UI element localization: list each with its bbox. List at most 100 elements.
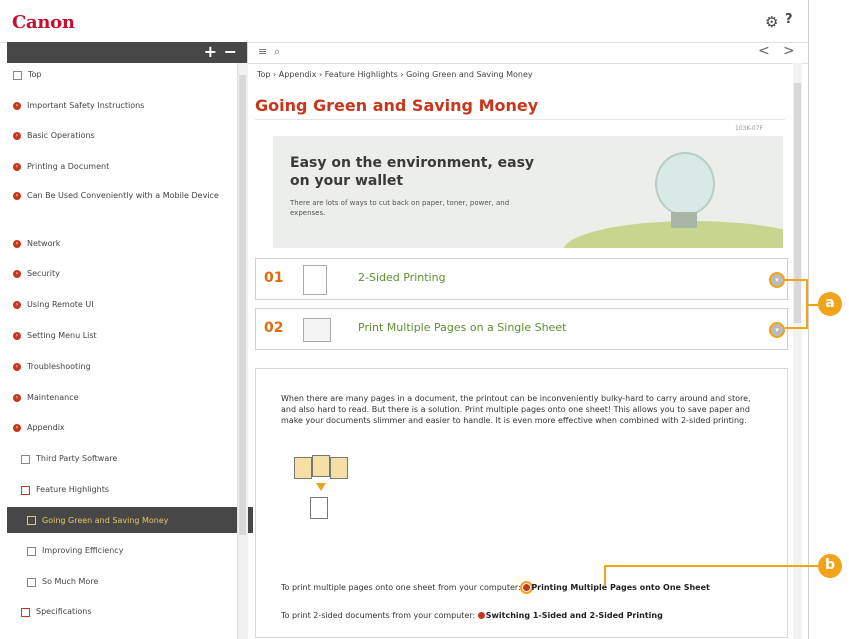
link-arrow-icon[interactable]	[520, 581, 534, 594]
toc-item-label[interactable]: Using Remote UI	[27, 300, 94, 309]
feature-number: 02	[264, 320, 284, 336]
toc-item[interactable]: › Maintenance	[7, 393, 239, 402]
multi-page-illustration	[292, 455, 362, 535]
toc-item[interactable]: › Using Remote UI	[7, 300, 239, 309]
body-paragraph: When there are many pages in a document,…	[281, 394, 751, 425]
toc-item[interactable]: › Important Safety Instructions	[7, 101, 239, 110]
link-arrow-icon[interactable]	[477, 612, 485, 619]
list-icon[interactable]: ≡	[258, 45, 267, 58]
chapter-bullet-icon: ›	[13, 163, 21, 171]
toc-item[interactable]: › Printing a Document	[7, 162, 239, 171]
toc-item-label[interactable]: Network	[27, 239, 60, 248]
expanded-content-panel: When there are many pages in a document,…	[255, 368, 788, 638]
toc-item[interactable]: › Basic Operations	[7, 131, 239, 140]
callout-line	[785, 279, 807, 281]
sidebar-header: + −	[7, 42, 247, 63]
chapter-bullet-icon: ›	[13, 394, 21, 402]
content-scrollbar[interactable]	[793, 63, 802, 639]
banner-image: Easy on the environment, easy on your wa…	[273, 136, 783, 248]
chapter-bullet-icon: ›	[13, 102, 21, 110]
toc-item[interactable]: Improving Efficiency	[7, 546, 253, 556]
page-icon	[27, 516, 36, 525]
page-icon	[21, 486, 30, 495]
multi-page-thumbnail-icon	[303, 318, 331, 342]
link-prefix: To print 2-sided documents from your com…	[281, 611, 478, 620]
toc-item[interactable]: › Security	[7, 269, 239, 278]
page-illustration	[294, 457, 312, 479]
toc-item-label[interactable]: Printing a Document	[27, 162, 109, 171]
page-illustration	[312, 455, 330, 477]
toc-item-label[interactable]: Important Safety Instructions	[27, 101, 144, 110]
content-scroll-thumb[interactable]	[794, 83, 801, 323]
toc-item[interactable]: Third Party Software	[7, 454, 247, 464]
expand-all-button[interactable]: +	[204, 42, 217, 62]
page-icon	[21, 455, 30, 464]
toc-item-label[interactable]: Can Be Used Conveniently with a Mobile D…	[27, 191, 219, 200]
toc-item-label[interactable]: Top	[28, 70, 42, 79]
link-prefix: To print multiple pages onto one sheet f…	[281, 583, 524, 592]
chapter-bullet-icon: ›	[13, 363, 21, 371]
toc-item[interactable]: › Appendix	[7, 423, 239, 432]
search-icon[interactable]: ⌕	[274, 45, 280, 59]
toc-item-label[interactable]: Appendix	[27, 423, 65, 432]
toc-item[interactable]: Top	[7, 70, 239, 80]
lightbulb-base-illustration	[671, 212, 697, 228]
link-multiple-pages[interactable]: Printing Multiple Pages onto One Sheet	[531, 583, 710, 592]
toc-item-label[interactable]: Setting Menu List	[27, 331, 97, 340]
toc-item[interactable]: Specifications	[7, 607, 247, 617]
toc-item-label[interactable]: Basic Operations	[27, 131, 95, 140]
feature-item-2-sided[interactable]: 01 2-Sided Printing ▾	[255, 258, 788, 300]
chevron-right-icon[interactable]: >	[783, 43, 795, 59]
link-line-multiple-pages: To print multiple pages onto one sheet f…	[281, 581, 761, 594]
sidebar-scroll-thumb[interactable]	[239, 75, 246, 535]
toc-item-label[interactable]: Improving Efficiency	[42, 546, 123, 555]
expand-toggle-icon[interactable]: ▾	[769, 322, 785, 338]
banner-text: There are lots of ways to cut back on pa…	[290, 199, 510, 217]
callout-b: b	[818, 554, 842, 578]
toc-item-label[interactable]: Maintenance	[27, 393, 79, 402]
toc-item[interactable]: Feature Highlights	[7, 485, 247, 495]
toc-item-label[interactable]: Security	[27, 269, 60, 278]
toc-item[interactable]: › Can Be Used Conveniently with a Mobile …	[7, 191, 239, 200]
feature-item-multiple-pages[interactable]: 02 Print Multiple Pages on a Single Shee…	[255, 308, 788, 350]
toc-item-label[interactable]: Third Party Software	[36, 454, 117, 463]
sidebar-scrollbar[interactable]	[237, 63, 248, 639]
gear-icon[interactable]: ⚙	[765, 13, 778, 31]
toc-item-label[interactable]: Troubleshooting	[27, 362, 91, 371]
toc-item[interactable]: So Much More	[7, 577, 253, 587]
callout-a: a	[818, 292, 842, 316]
toc-item[interactable]: › Network	[7, 239, 239, 248]
page-icon	[27, 547, 36, 556]
page-illustration	[310, 497, 328, 519]
callout-line	[785, 327, 807, 329]
title-divider	[255, 119, 785, 120]
lightbulb-illustration	[655, 152, 715, 216]
chapter-bullet-icon: ›	[13, 424, 21, 432]
help-icon[interactable]: ?	[785, 12, 793, 27]
expand-toggle-icon[interactable]: ▾	[769, 272, 785, 288]
chapter-bullet-icon: ›	[13, 270, 21, 278]
chevron-left-icon[interactable]: <	[758, 43, 770, 59]
page-icon	[27, 578, 36, 587]
toc-item-label[interactable]: Specifications	[36, 607, 92, 616]
page-icon	[21, 608, 30, 617]
page-title: Going Green and Saving Money	[255, 96, 539, 115]
toc-item-label[interactable]: Going Green and Saving Money	[42, 516, 169, 525]
top-bar: Canon ⚙ ?	[0, 0, 808, 43]
toc-item-label[interactable]: Feature Highlights	[36, 485, 109, 494]
toc-item[interactable]: Going Green and Saving Money	[7, 507, 253, 533]
sidebar: + − Top › Important Safety Instructions › Ba…	[7, 42, 253, 639]
feature-label[interactable]: 2-Sided Printing	[358, 271, 446, 284]
toc-item[interactable]: › Setting Menu List	[7, 331, 239, 340]
page-thumbnail-icon	[303, 265, 327, 295]
link-2-sided[interactable]: Switching 1-Sided and 2-Sided Printing	[486, 611, 663, 620]
feature-label[interactable]: Print Multiple Pages on a Single Sheet	[358, 321, 566, 334]
arrow-down-icon	[316, 483, 326, 491]
page-illustration	[330, 457, 348, 479]
toc-item-label[interactable]: So Much More	[42, 577, 98, 586]
chapter-bullet-icon: ›	[13, 301, 21, 309]
breadcrumb[interactable]: Top › Appendix › Feature Highlights › Go…	[257, 70, 533, 79]
collapse-all-button[interactable]: −	[224, 42, 237, 62]
page-icon	[13, 71, 22, 80]
toc-item[interactable]: › Troubleshooting	[7, 362, 239, 371]
